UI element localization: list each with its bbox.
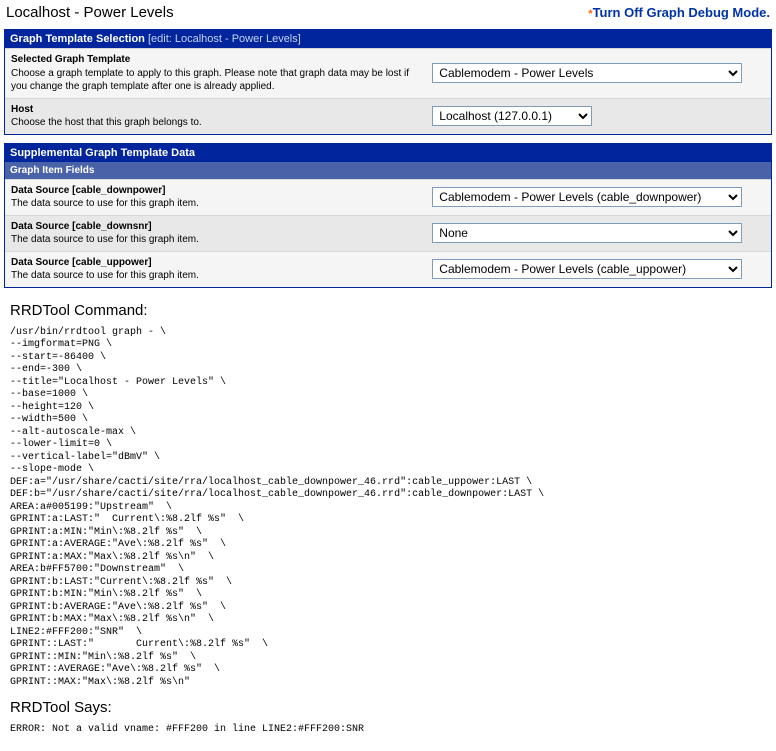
supplemental-graph-template-panel: Supplemental Graph Template Data Graph I… bbox=[4, 143, 772, 288]
panel-header: Graph Template Selection [edit: Localhos… bbox=[5, 30, 771, 48]
form-row: Data Source [cable_downpower] The data s… bbox=[5, 179, 771, 215]
field-desc: The data source to use for this graph it… bbox=[11, 269, 420, 283]
debug-mode-link[interactable]: *Turn Off Graph Debug Mode. bbox=[588, 5, 770, 20]
panel-title: Supplemental Graph Template Data bbox=[10, 147, 195, 159]
rrd-says-heading: RRDTool Says: bbox=[10, 699, 766, 716]
panel-header: Supplemental Graph Template Data bbox=[5, 144, 771, 162]
data-source-downsnr-select[interactable]: None bbox=[432, 223, 742, 243]
rrd-command-heading: RRDTool Command: bbox=[10, 302, 766, 319]
host-select[interactable]: Localhost (127.0.0.1) bbox=[432, 106, 592, 126]
field-title: Selected Graph Template bbox=[11, 53, 420, 67]
form-row: Selected Graph Template Choose a graph t… bbox=[5, 48, 771, 98]
field-desc: Choose a graph template to apply to this… bbox=[11, 67, 420, 94]
form-row: Data Source [cable_uppower] The data sou… bbox=[5, 251, 771, 287]
field-title: Data Source [cable_downsnr] bbox=[11, 220, 420, 234]
field-desc: Choose the host that this graph belongs … bbox=[11, 116, 420, 130]
field-title: Data Source [cable_uppower] bbox=[11, 256, 420, 270]
field-desc: The data source to use for this graph it… bbox=[11, 233, 420, 247]
data-source-uppower-select[interactable]: Cablemodem - Power Levels (cable_uppower… bbox=[432, 259, 742, 279]
form-row: Host Choose the host that this graph bel… bbox=[5, 98, 771, 134]
field-title: Data Source [cable_downpower] bbox=[11, 184, 420, 198]
rrd-says-output: ERROR: Not a valid vname: #FFF200 in lin… bbox=[10, 722, 766, 747]
data-source-downpower-select[interactable]: Cablemodem - Power Levels (cable_downpow… bbox=[432, 187, 742, 207]
graph-template-selection-panel: Graph Template Selection [edit: Localhos… bbox=[4, 29, 772, 135]
field-title: Host bbox=[11, 103, 420, 117]
graph-template-select[interactable]: Cablemodem - Power Levels bbox=[432, 63, 742, 83]
rrd-command-output: /usr/bin/rrdtool graph - \ --imgformat=P… bbox=[10, 325, 766, 700]
panel-title: Graph Template Selection bbox=[10, 33, 145, 45]
page-title: Localhost - Power Levels bbox=[6, 4, 174, 21]
panel-subheader: Graph Item Fields bbox=[5, 162, 771, 179]
form-row: Data Source [cable_downsnr] The data sou… bbox=[5, 215, 771, 251]
panel-edit-text: [edit: Localhost - Power Levels] bbox=[148, 33, 301, 45]
field-desc: The data source to use for this graph it… bbox=[11, 197, 420, 211]
